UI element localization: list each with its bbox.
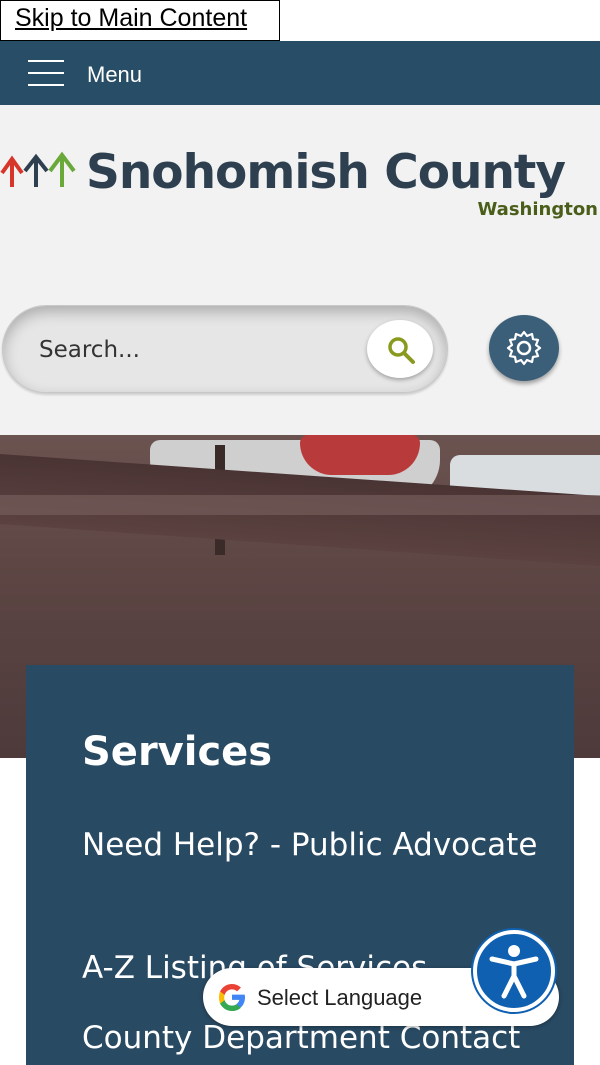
logo-wordmark: Snohomish County <box>86 145 566 200</box>
site-header: Snohomish County Washington <box>0 105 600 435</box>
hamburger-icon[interactable] <box>28 60 64 86</box>
logo-subtitle: Washington <box>477 199 598 220</box>
search-box <box>2 305 448 393</box>
google-g-icon <box>219 984 245 1011</box>
gear-icon <box>506 330 542 366</box>
top-nav-bar: Menu <box>0 41 600 105</box>
magnifier-icon <box>388 337 415 364</box>
language-label: Select Language <box>257 985 423 1010</box>
services-heading: Services <box>82 729 273 775</box>
menu-button[interactable]: Menu <box>87 62 142 88</box>
skip-to-main-link[interactable]: Skip to Main Content <box>0 0 280 41</box>
accessibility-person-icon <box>489 945 539 999</box>
search-input[interactable] <box>37 330 351 370</box>
search-button[interactable] <box>367 320 433 378</box>
settings-button[interactable] <box>489 315 559 381</box>
site-logo[interactable]: Snohomish County Washington <box>0 145 600 225</box>
trees-logo-icon <box>0 151 76 187</box>
link-public-advocate[interactable]: Need Help? - Public Advocate <box>82 819 542 871</box>
accessibility-button[interactable] <box>473 930 555 1012</box>
